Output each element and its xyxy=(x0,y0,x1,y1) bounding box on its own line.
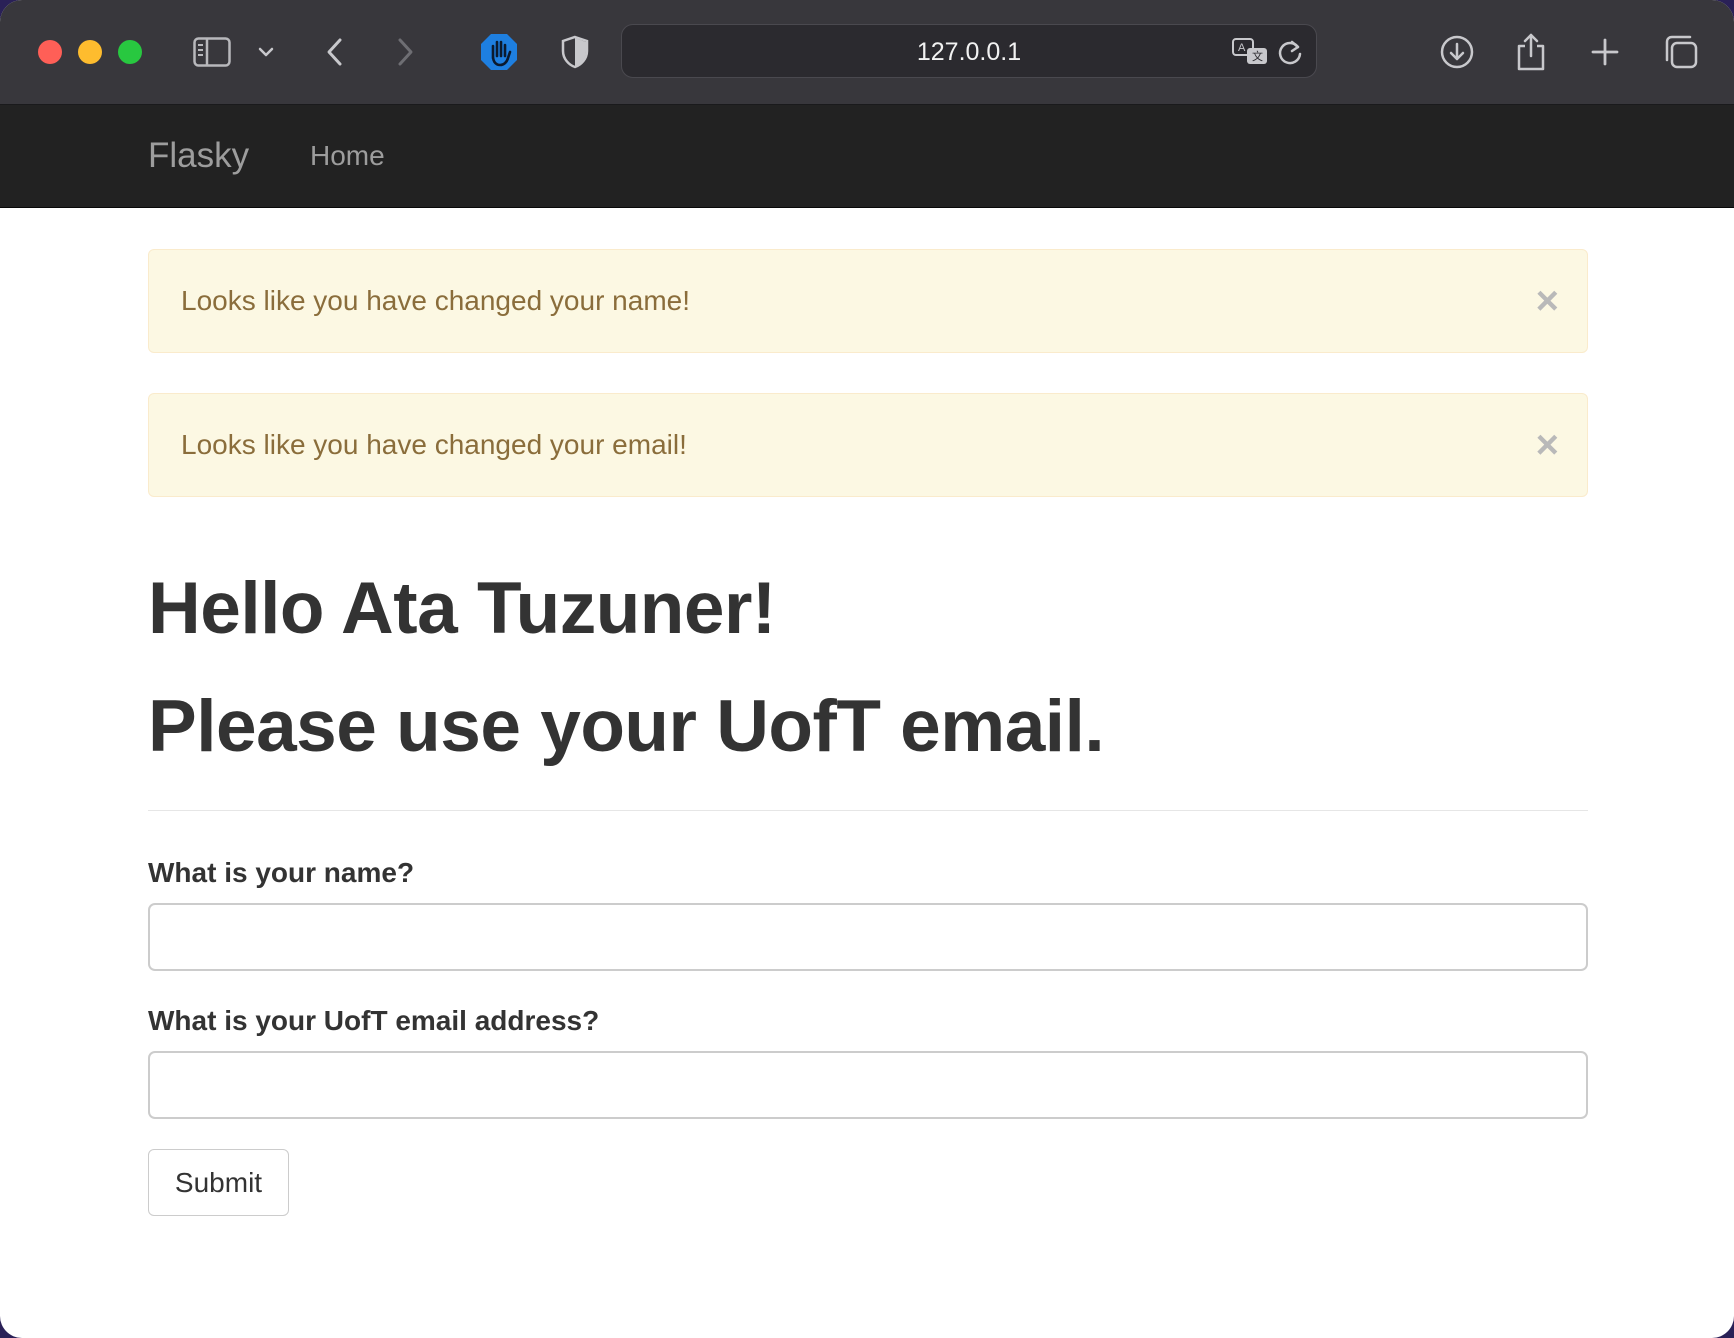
email-field[interactable] xyxy=(148,1051,1588,1119)
nav-link-home[interactable]: Home xyxy=(310,105,385,207)
page-greeting: Hello Ata Tuzuner! xyxy=(148,568,776,649)
page-subheading: Please use your UofT email. xyxy=(148,686,1105,767)
flash-alert-name: Looks like you have changed your name! × xyxy=(148,249,1588,353)
site-navbar: Flasky Home xyxy=(0,105,1734,208)
url-text[interactable]: 127.0.0.1 xyxy=(622,25,1316,79)
flash-alert-email: Looks like you have changed your email! … xyxy=(148,393,1588,497)
alert-message: Looks like you have changed your email! xyxy=(181,429,687,460)
svg-text:A: A xyxy=(1238,42,1246,54)
browser-toolbar: 127.0.0.1 A文 xyxy=(0,0,1734,105)
name-field[interactable] xyxy=(148,903,1588,971)
sidebar-icon[interactable] xyxy=(192,30,232,74)
forward-icon[interactable] xyxy=(394,30,418,74)
browser-window: 127.0.0.1 A文 Flasky Home Looks like you … xyxy=(0,0,1734,1338)
address-bar[interactable]: 127.0.0.1 A文 xyxy=(621,24,1317,78)
close-icon[interactable]: × xyxy=(1536,394,1559,496)
zoom-window-button[interactable] xyxy=(118,40,142,64)
tabs-overview-icon[interactable] xyxy=(1662,30,1700,74)
submit-button[interactable]: Submit xyxy=(148,1149,289,1216)
svg-text:文: 文 xyxy=(1252,49,1263,63)
alert-message: Looks like you have changed your name! xyxy=(181,285,690,316)
download-icon[interactable] xyxy=(1438,30,1476,74)
translate-icon[interactable]: A文 xyxy=(1230,30,1270,74)
close-icon[interactable]: × xyxy=(1536,250,1559,352)
divider xyxy=(148,810,1588,811)
chevron-down-icon[interactable] xyxy=(256,30,276,74)
reload-icon[interactable] xyxy=(1276,30,1304,74)
share-icon[interactable] xyxy=(1514,30,1548,74)
close-window-button[interactable] xyxy=(38,40,62,64)
new-tab-icon[interactable] xyxy=(1590,30,1620,74)
name-field-label: What is your name? xyxy=(148,857,415,888)
hand-block-icon[interactable] xyxy=(478,30,520,74)
minimize-window-button[interactable] xyxy=(78,40,102,64)
back-icon[interactable] xyxy=(322,30,346,74)
email-field-label: What is your UofT email address? xyxy=(148,1005,600,1036)
shield-icon[interactable] xyxy=(560,30,590,74)
navbar-brand[interactable]: Flasky xyxy=(148,105,249,207)
